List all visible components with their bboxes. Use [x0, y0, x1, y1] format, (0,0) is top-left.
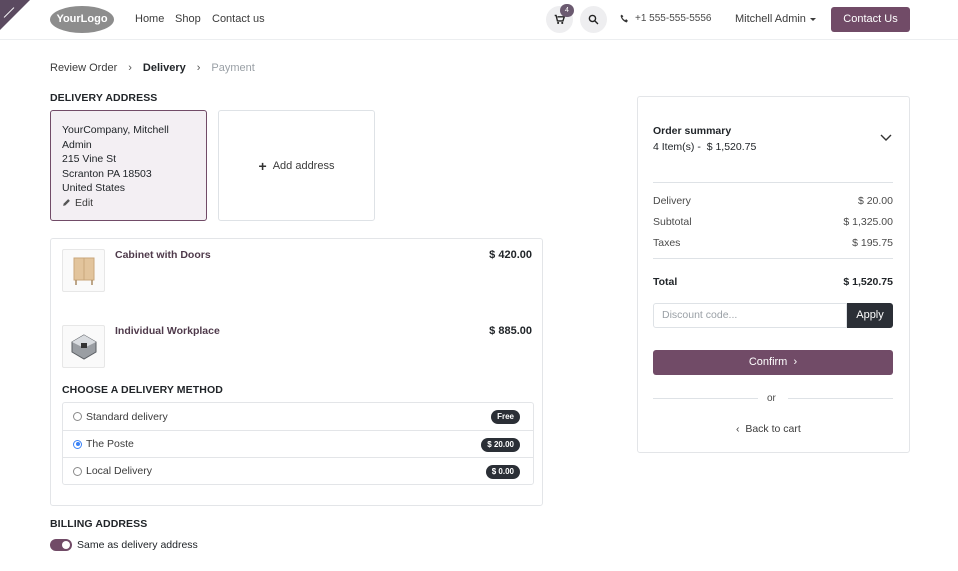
billing-address-title: BILLING ADDRESS	[50, 518, 148, 530]
pencil-icon	[63, 199, 70, 207]
address-city: Scranton PA 18503	[62, 167, 152, 180]
address-name: YourCompany, Mitchell Admin	[62, 124, 169, 151]
items-count: 4 Item(s) -	[653, 141, 701, 153]
summary-label: Subtotal	[653, 216, 692, 228]
divider	[653, 182, 893, 183]
add-address-label: Add address	[272, 159, 335, 172]
edit-address-link[interactable]: Edit	[62, 196, 195, 211]
summary-row-delivery: Delivery $ 20.00	[653, 195, 893, 207]
chevron-right-icon: ›	[128, 62, 132, 74]
address-street: 215 Vine St	[62, 153, 117, 165]
apply-button[interactable]: Apply	[847, 303, 893, 328]
delivery-method-title: CHOOSE A DELIVERY METHOD	[62, 384, 223, 396]
total-value: $ 1,520.75	[843, 276, 893, 288]
order-summary-title: Order summary	[653, 125, 732, 137]
radio-local[interactable]	[73, 466, 82, 476]
user-menu[interactable]: Mitchell Admin	[735, 13, 816, 25]
discount-code-input[interactable]: Discount code...	[653, 303, 847, 328]
summary-label: Delivery	[653, 195, 691, 207]
contact-us-button[interactable]: Contact Us	[831, 7, 910, 32]
radio-poste[interactable]	[73, 439, 82, 449]
nav-home[interactable]: Home	[135, 13, 164, 25]
delivery-address-title: DELIVERY ADDRESS	[50, 92, 158, 104]
delivery-option-poste[interactable]: The Poste $ 20.00	[63, 430, 533, 457]
items-total: $ 1,520.75	[706, 141, 757, 153]
phone-number: +1 555-555-5556	[635, 13, 712, 24]
chevron-down-icon[interactable]	[880, 133, 892, 145]
price-badge: $ 20.00	[481, 438, 520, 452]
confirm-label: Confirm	[748, 356, 788, 368]
chevron-right-icon: ›	[793, 356, 798, 368]
radio-standard[interactable]	[73, 412, 82, 421]
summary-row-taxes: Taxes $ 195.75	[653, 237, 893, 249]
same-as-delivery-toggle[interactable]	[50, 539, 72, 551]
summary-value: $ 20.00	[857, 195, 893, 207]
chevron-right-icon: ›	[196, 62, 201, 74]
breadcrumb: Review Order › Delivery › Payment	[50, 62, 255, 74]
edit-label: Edit	[75, 196, 94, 209]
product-image-cabinet[interactable]	[62, 249, 105, 292]
product-price: $ 885.00	[489, 325, 532, 337]
divider	[653, 398, 758, 399]
search-button[interactable]	[580, 6, 607, 33]
nav-contact-us[interactable]: Contact us	[212, 13, 265, 25]
plus-icon: +	[258, 157, 267, 174]
delivery-option-label: The Poste	[86, 438, 134, 450]
summary-row-subtotal: Subtotal $ 1,325.00	[653, 216, 893, 228]
product-price: $ 420.00	[489, 249, 532, 261]
or-separator: or	[767, 393, 776, 404]
back-to-cart-label: Back to cart	[745, 423, 801, 435]
price-badge: $ 0.00	[485, 465, 520, 479]
product-name[interactable]: Individual Workplace	[115, 325, 220, 337]
summary-row-total: Total $ 1,520.75	[653, 276, 893, 288]
total-label: Total	[653, 276, 678, 288]
cart-count-badge: 4	[560, 4, 574, 17]
same-as-delivery-label: Same as delivery address	[77, 539, 198, 551]
product-image-workplace[interactable]	[62, 325, 105, 368]
chevron-left-icon: ‹	[736, 423, 740, 435]
order-summary-items: 4 Item(s) - $ 1,520.75	[653, 141, 756, 153]
price-badge: Free	[491, 410, 520, 424]
delivery-option-local[interactable]: Local Delivery $ 0.00	[63, 457, 533, 484]
back-to-cart-link[interactable]: ‹ Back to cart	[736, 423, 801, 435]
chevron-down-icon	[809, 17, 816, 21]
breadcrumb-payment: Payment	[211, 62, 255, 74]
add-address-card[interactable]: + Add address	[218, 110, 375, 221]
nav-shop[interactable]: Shop	[175, 13, 201, 25]
breadcrumb-review-order[interactable]: Review Order	[50, 62, 117, 74]
summary-value: $ 195.75	[852, 237, 893, 249]
search-icon	[588, 14, 599, 25]
list-item: Individual Workplace $ 885.00	[62, 325, 532, 370]
phone-link[interactable]: +1 555-555-5556	[620, 13, 711, 24]
user-name: Mitchell Admin	[735, 13, 806, 25]
delivery-method-list: Standard delivery Free The Poste $ 20.00…	[62, 402, 534, 485]
address-country: United States	[62, 182, 126, 194]
delivery-option-label: Standard delivery	[86, 410, 168, 423]
product-name[interactable]: Cabinet with Doors	[115, 249, 211, 261]
list-item: Cabinet with Doors $ 420.00	[62, 249, 532, 294]
summary-value: $ 1,325.00	[843, 216, 893, 228]
divider	[653, 258, 893, 259]
delivery-option-standard[interactable]: Standard delivery Free	[63, 403, 533, 430]
summary-label: Taxes	[653, 237, 681, 249]
divider	[788, 398, 893, 399]
confirm-button[interactable]: Confirm ›	[653, 350, 893, 375]
breadcrumb-delivery: Delivery	[142, 62, 186, 74]
address-card-selected[interactable]: YourCompany, Mitchell Admin 215 Vine St …	[50, 110, 207, 221]
delivery-option-label: Local Delivery	[86, 465, 152, 477]
phone-icon	[620, 14, 628, 23]
logo[interactable]: YourLogo	[50, 6, 114, 33]
